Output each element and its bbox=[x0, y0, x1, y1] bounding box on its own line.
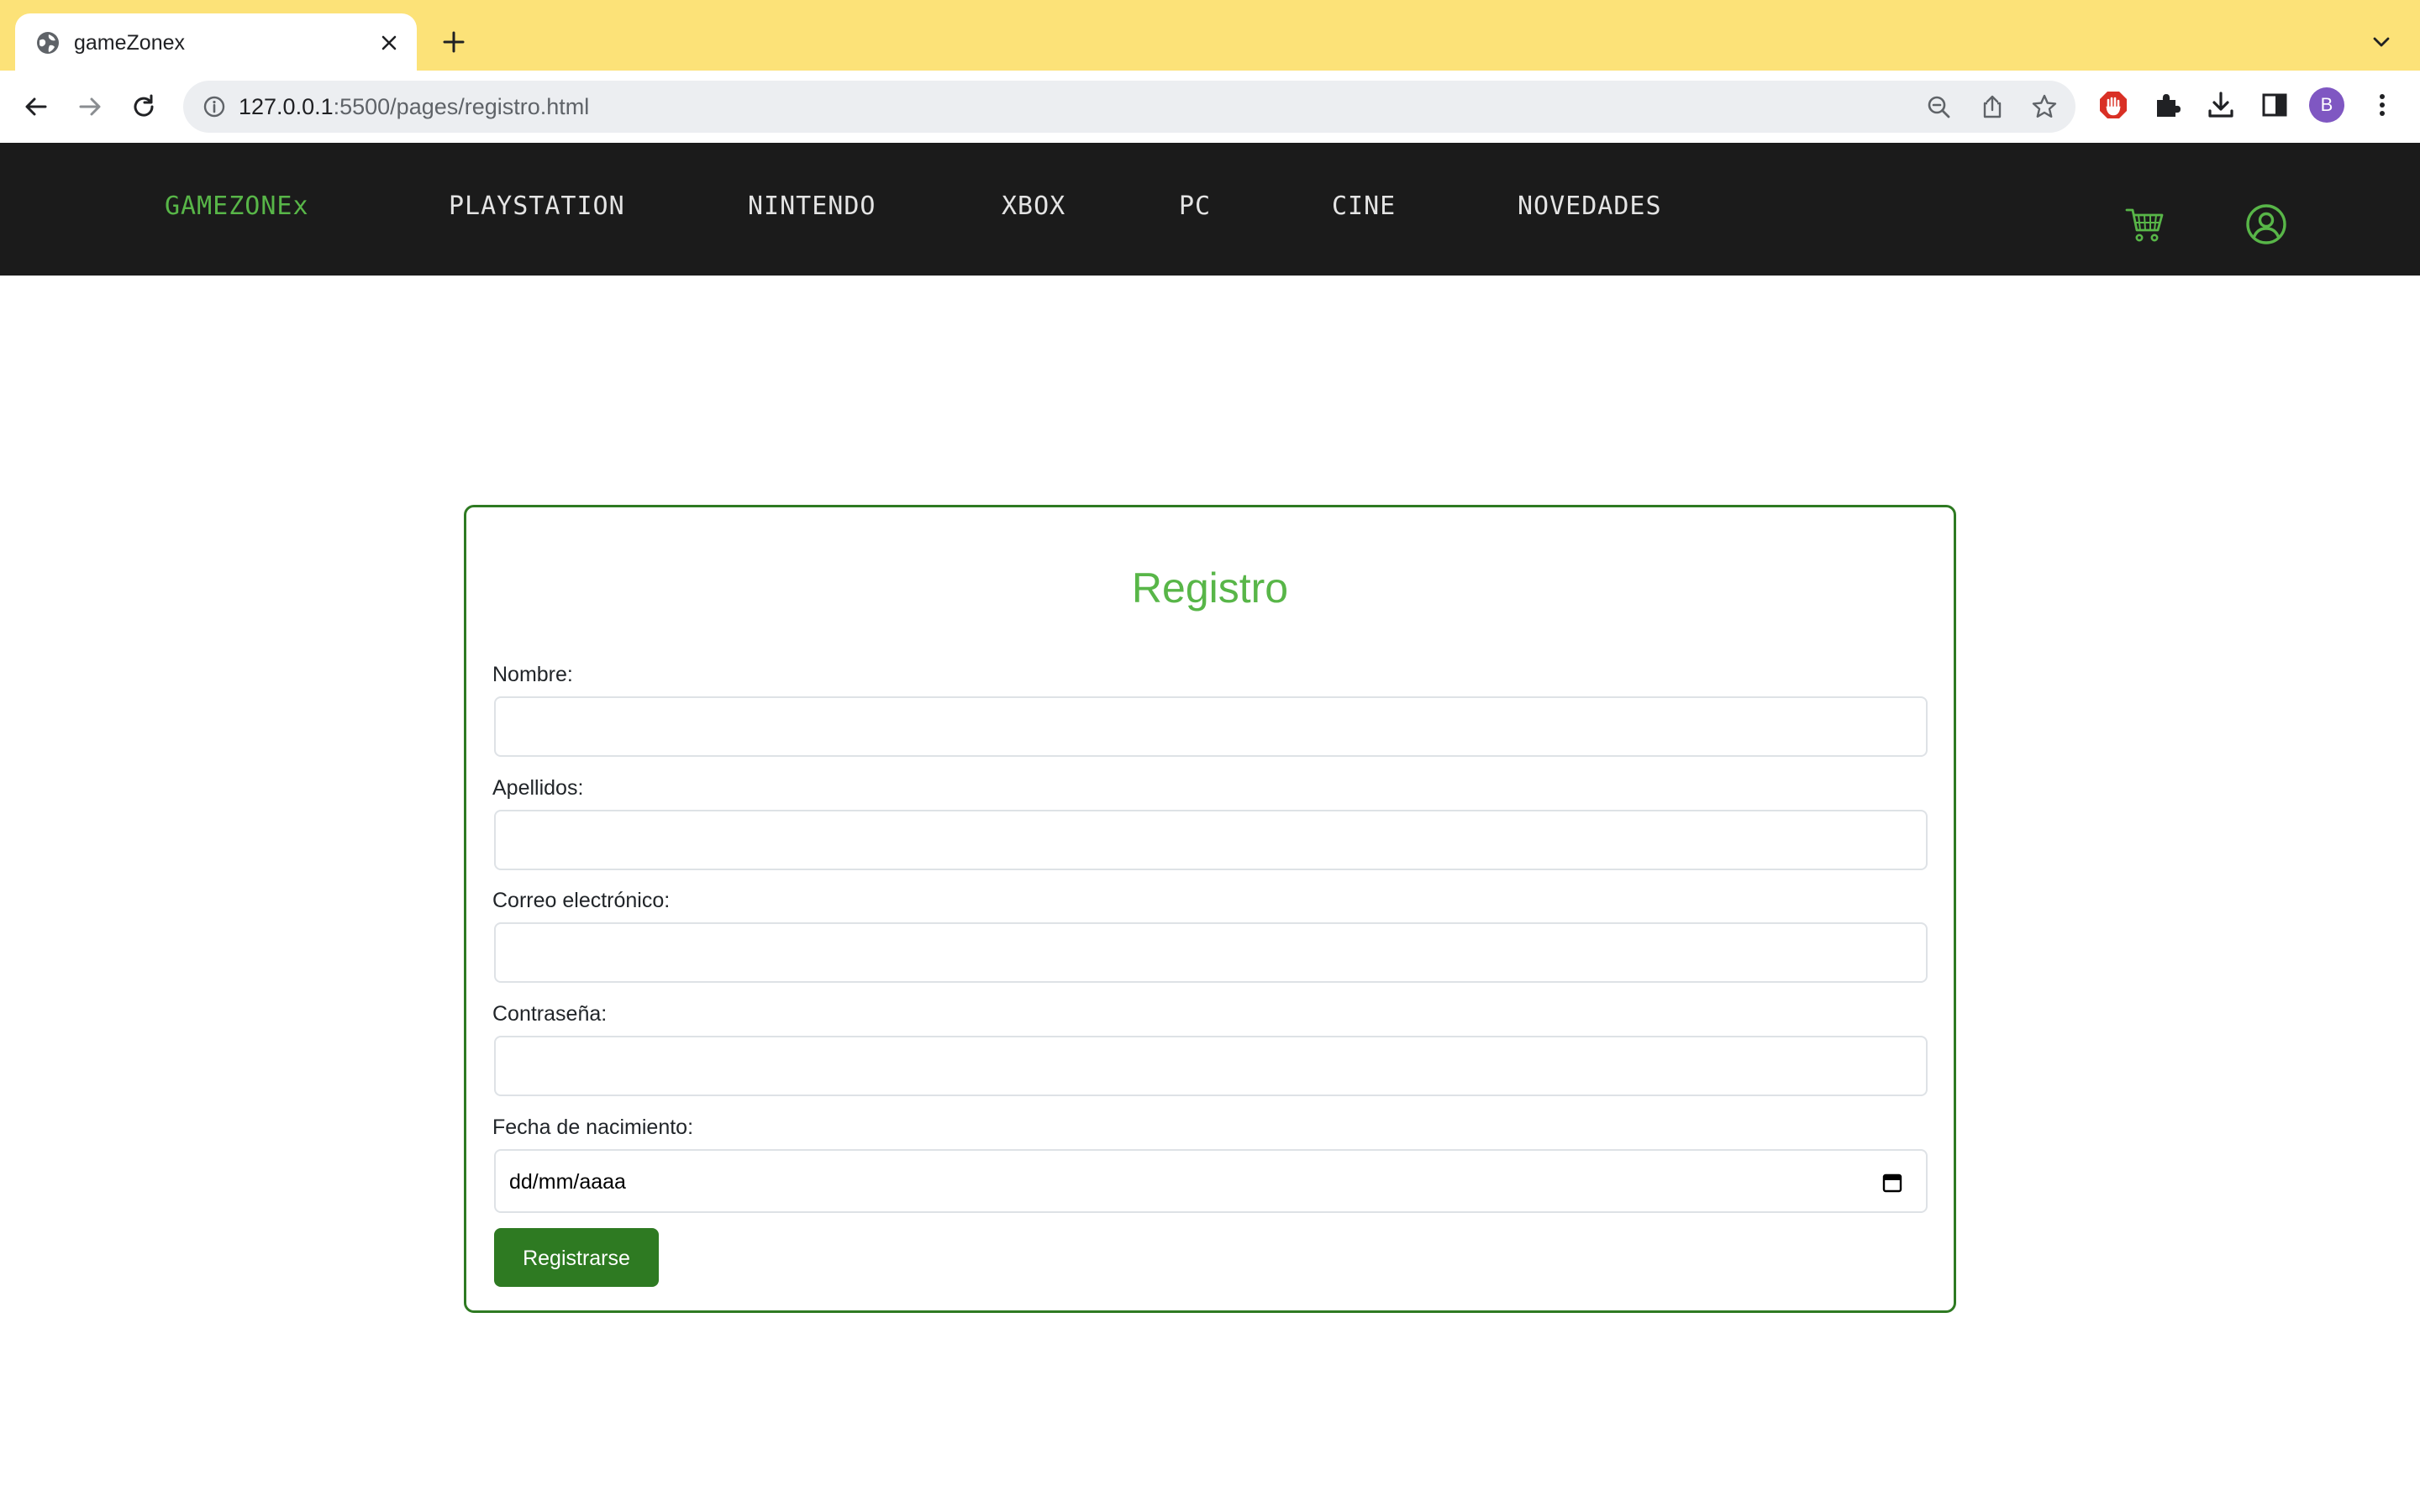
nombre-label: Nombre: bbox=[492, 663, 573, 686]
chevron-down-icon[interactable] bbox=[2366, 27, 2396, 57]
globe-icon bbox=[35, 30, 60, 55]
sidepanel-icon[interactable] bbox=[2257, 87, 2292, 123]
close-icon[interactable] bbox=[376, 30, 402, 55]
url-text[interactable]: 127.0.0.1:5500/pages/registro.html bbox=[239, 92, 589, 121]
site-navbar: GAMEZONEx PLAYSTATION NINTENDO XBOX PC C… bbox=[0, 143, 2420, 276]
puzzle-icon[interactable] bbox=[2149, 87, 2185, 123]
email-label: Correo electrónico: bbox=[492, 889, 671, 912]
browser-tab-strip: gameZonex bbox=[0, 0, 2420, 71]
tab-title: gameZonex bbox=[74, 31, 186, 55]
download-icon[interactable] bbox=[2203, 87, 2238, 123]
password-label: Contraseña: bbox=[492, 1002, 608, 1026]
registration-card: Registro Nombre: Apellidos: Correo elect… bbox=[464, 505, 1956, 1313]
nombre-field[interactable] bbox=[494, 696, 1928, 757]
info-icon[interactable] bbox=[202, 94, 227, 119]
nav-link-playstation[interactable]: PLAYSTATION bbox=[449, 190, 625, 223]
more-vert-icon[interactable] bbox=[2365, 87, 2400, 123]
adblock-icon[interactable] bbox=[2096, 87, 2131, 123]
email-field[interactable] bbox=[494, 922, 1928, 983]
reload-icon[interactable] bbox=[124, 87, 163, 126]
nav-link-nintendo[interactable]: NINTENDO bbox=[748, 190, 876, 223]
nav-link-pc[interactable]: PC bbox=[1179, 190, 1211, 223]
password-field[interactable] bbox=[494, 1036, 1928, 1096]
profile-avatar[interactable]: B bbox=[2309, 87, 2344, 123]
zoom-out-icon[interactable] bbox=[1924, 92, 1953, 121]
apellidos-field[interactable] bbox=[494, 810, 1928, 870]
forward-arrow-icon[interactable] bbox=[71, 87, 109, 126]
url-host: 127.0.0.1 bbox=[239, 94, 334, 119]
calendar-icon[interactable] bbox=[1879, 1169, 1906, 1196]
nav-link-cine[interactable]: CINE bbox=[1332, 190, 1396, 223]
apellidos-label: Apellidos: bbox=[492, 776, 584, 800]
cart-icon[interactable] bbox=[2123, 202, 2168, 247]
star-icon[interactable] bbox=[2030, 92, 2059, 121]
birthdate-label: Fecha de nacimiento: bbox=[492, 1116, 694, 1139]
address-bar[interactable]: 127.0.0.1:5500/pages/registro.html bbox=[183, 81, 2075, 133]
register-button[interactable]: Registrarse bbox=[494, 1228, 659, 1287]
url-path: :5500/pages/registro.html bbox=[333, 94, 590, 119]
nav-link-novedades[interactable]: NOVEDADES bbox=[1518, 190, 1662, 223]
birthdate-field[interactable]: dd/mm/aaaa bbox=[494, 1149, 1928, 1213]
share-icon[interactable] bbox=[1978, 92, 2007, 121]
user-circle-icon[interactable] bbox=[2244, 202, 2289, 247]
back-arrow-icon[interactable] bbox=[17, 87, 55, 126]
browser-tab[interactable]: gameZonex bbox=[15, 13, 417, 71]
birthdate-placeholder[interactable]: dd/mm/aaaa bbox=[509, 1168, 626, 1196]
plus-icon[interactable] bbox=[437, 25, 471, 59]
nav-brand-link[interactable]: GAMEZONEx bbox=[165, 190, 309, 223]
page-title: Registro bbox=[1131, 564, 1289, 612]
nav-link-xbox[interactable]: XBOX bbox=[1002, 190, 1065, 223]
browser-toolbar: 127.0.0.1:5500/pages/registro.html bbox=[0, 71, 2420, 143]
